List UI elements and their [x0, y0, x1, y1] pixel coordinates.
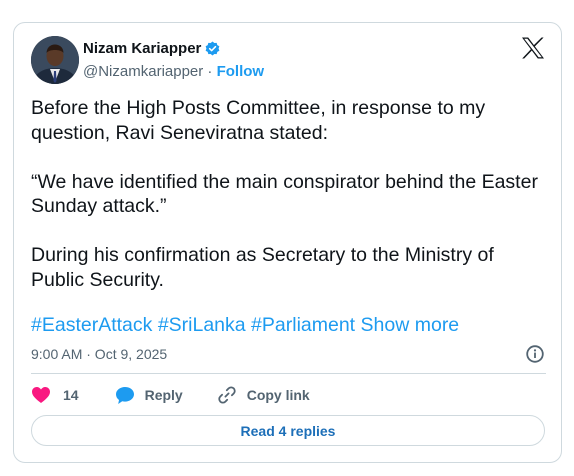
hashtag-link[interactable]: #SriLanka — [158, 314, 246, 336]
info-icon[interactable] — [525, 344, 545, 364]
copy-link-label: Copy link — [246, 387, 310, 403]
like-button[interactable]: 14 — [31, 386, 79, 404]
hashtag-link[interactable]: #EasterAttack — [31, 314, 152, 336]
hashtag-row: #EasterAttack #SriLanka #Parliament Show… — [31, 313, 459, 338]
handle-separator: · — [203, 63, 217, 80]
follow-button[interactable]: Follow — [217, 63, 265, 80]
speech-bubble-icon — [115, 386, 135, 405]
like-count: 14 — [63, 387, 79, 403]
read-replies-button[interactable]: Read 4 replies — [31, 415, 545, 446]
verified-badge-icon — [204, 40, 221, 57]
avatar[interactable] — [31, 36, 79, 84]
tweet-text: Before the High Posts Committee, in resp… — [31, 97, 538, 291]
divider — [31, 373, 546, 374]
link-icon — [217, 385, 237, 405]
reply-button[interactable]: Reply — [105, 386, 183, 405]
x-logo-icon[interactable] — [521, 37, 545, 59]
show-more-link[interactable]: Show more — [361, 314, 460, 336]
tweet-timestamp[interactable]: 9:00 AM · Oct 9, 2025 — [31, 346, 167, 362]
author-name-row: Nizam Kariapper — [83, 40, 221, 57]
action-bar: 14 Reply Copy link — [31, 384, 310, 406]
author-handle[interactable]: @Nizamkariapper — [83, 63, 203, 80]
reply-label: Reply — [144, 387, 183, 403]
author-name[interactable]: Nizam Kariapper — [83, 40, 201, 57]
author-handle-row: @Nizamkariapper · Follow — [83, 63, 264, 80]
hashtag-link[interactable]: #Parliament — [251, 314, 355, 336]
heart-icon — [31, 386, 51, 404]
read-replies-label: Read 4 replies — [240, 422, 336, 439]
copy-link-button[interactable]: Copy link — [207, 385, 310, 405]
tweet-card: Nizam Kariapper @Nizamkariapper · Follow… — [13, 22, 562, 463]
